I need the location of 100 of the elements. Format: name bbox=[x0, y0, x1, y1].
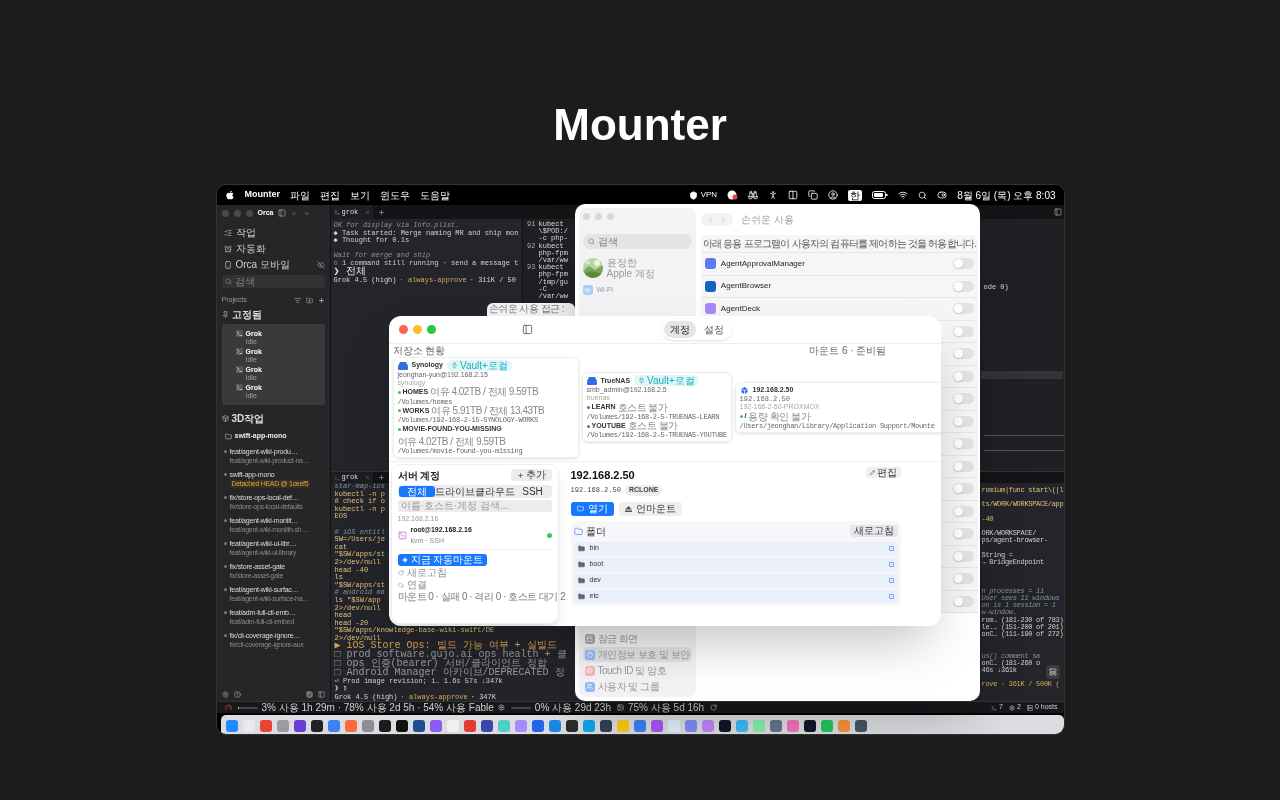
toggle-switch[interactable] bbox=[953, 483, 975, 495]
sidebar-toggle-icon[interactable] bbox=[521, 324, 533, 335]
folder-icon bbox=[577, 560, 585, 568]
menu-item[interactable]: 편집 bbox=[320, 187, 340, 203]
automount-button[interactable]: 지금 자동마운트 bbox=[397, 554, 488, 566]
menu-item[interactable]: 보기 bbox=[350, 187, 370, 203]
sidebar-nav-item[interactable]: Orca 모바일 bbox=[221, 258, 292, 271]
app-icon[interactable] bbox=[718, 719, 731, 732]
back-icon[interactable] bbox=[291, 209, 299, 217]
toggle-switch[interactable] bbox=[953, 280, 975, 292]
alarm-clock-icon bbox=[223, 244, 232, 253]
menu-item[interactable]: 파일 bbox=[290, 187, 310, 203]
new-tab-icon[interactable] bbox=[377, 208, 385, 216]
menu-item[interactable]: 윈도우 bbox=[380, 187, 410, 203]
refresh-icon[interactable] bbox=[710, 704, 718, 711]
settings-icon[interactable] bbox=[221, 690, 229, 698]
filter-icon[interactable] bbox=[293, 296, 301, 304]
vpn-label[interactable]: VPN bbox=[700, 189, 718, 201]
close-icon[interactable] bbox=[364, 475, 370, 480]
toggle-switch[interactable] bbox=[953, 258, 975, 270]
open-button[interactable]: 열기 bbox=[570, 501, 614, 516]
zoom-window-button[interactable] bbox=[245, 209, 253, 217]
windows-icon[interactable] bbox=[808, 190, 819, 200]
toggle-switch[interactable] bbox=[953, 505, 975, 517]
search-field[interactable]: 검색 bbox=[582, 234, 692, 249]
sidebar-nav-item[interactable]: 작업 bbox=[221, 226, 258, 239]
add-icon[interactable] bbox=[317, 296, 325, 304]
toggle-switch[interactable] bbox=[953, 550, 975, 562]
folder-icon bbox=[573, 526, 583, 536]
menu-item[interactable]: 도움말 bbox=[420, 187, 450, 203]
mount-stats: 마운트 0 · 실패 0 · 격리 0 · 호스트 대기 2 bbox=[397, 591, 566, 602]
record-icon[interactable] bbox=[727, 190, 739, 200]
chip-icon[interactable] bbox=[305, 690, 313, 698]
app-icon[interactable] bbox=[412, 719, 425, 732]
wifi-icon[interactable] bbox=[898, 190, 909, 200]
app-icon[interactable] bbox=[378, 719, 391, 732]
minimize-window-button[interactable] bbox=[412, 325, 422, 334]
panel-icon[interactable] bbox=[317, 690, 325, 698]
filter-tab[interactable]: 클라우드 bbox=[474, 485, 515, 497]
add-button[interactable]: 추가 bbox=[510, 469, 552, 481]
search-icon[interactable] bbox=[918, 190, 928, 200]
hidden-icon[interactable] bbox=[316, 260, 325, 269]
sidebar-toggle-icon[interactable] bbox=[278, 209, 287, 217]
toggle-switch[interactable] bbox=[953, 325, 975, 337]
toggle-switch[interactable] bbox=[953, 528, 975, 540]
bullet-icon bbox=[223, 449, 227, 453]
apple-icon[interactable] bbox=[224, 190, 235, 200]
columns-icon[interactable] bbox=[788, 190, 799, 200]
zoom-window-button[interactable] bbox=[426, 325, 436, 334]
minimize-window-button[interactable] bbox=[233, 209, 241, 217]
close-icon[interactable] bbox=[364, 209, 370, 215]
toggle-switch[interactable] bbox=[953, 595, 975, 607]
user-icon[interactable] bbox=[828, 190, 839, 200]
detail-title: 192.168.2.50 bbox=[570, 467, 635, 483]
wifi-icon bbox=[582, 285, 593, 296]
panel-icon[interactable] bbox=[1053, 208, 1062, 216]
toggle-switch[interactable] bbox=[953, 415, 975, 427]
sidebar-nav-item[interactable]: 자동화 bbox=[221, 242, 268, 255]
toggle-switch[interactable] bbox=[953, 348, 975, 360]
toggle-switch[interactable] bbox=[953, 303, 975, 315]
control-center-icon[interactable] bbox=[937, 190, 948, 200]
section-label: 저장소 현황 bbox=[392, 345, 446, 356]
terminal-line: ❯ 전체 bbox=[333, 267, 366, 277]
app-icon[interactable] bbox=[565, 719, 578, 732]
help-icon[interactable] bbox=[233, 690, 241, 698]
close-window-button[interactable] bbox=[221, 209, 229, 217]
accessibility-icon[interactable] bbox=[768, 190, 779, 200]
filter-tab[interactable]: SSH bbox=[514, 485, 551, 497]
folder-add-icon[interactable] bbox=[305, 296, 313, 304]
plug-icon bbox=[451, 362, 458, 369]
input-source-indicator[interactable]: 한 bbox=[848, 189, 863, 201]
app-icon[interactable] bbox=[803, 719, 816, 732]
toggle-switch[interactable] bbox=[953, 370, 975, 382]
binoculars-icon[interactable] bbox=[748, 190, 759, 200]
menu-clock[interactable]: 8월 6일 (목) 오후 8:03 bbox=[957, 187, 1056, 203]
new-tab-icon[interactable] bbox=[377, 474, 385, 481]
segment-tab[interactable]: 설정 bbox=[697, 321, 730, 338]
app-menu[interactable]: Mounter bbox=[244, 188, 280, 202]
segment-tab[interactable]: 계정 bbox=[663, 321, 696, 338]
app-icon[interactable] bbox=[599, 719, 612, 732]
edit-button[interactable]: 편집 bbox=[865, 466, 901, 478]
search-icon bbox=[224, 278, 232, 285]
connect-link[interactable]: 연결 bbox=[397, 579, 427, 590]
filter-tab[interactable]: 전체 bbox=[398, 485, 435, 497]
close-window-button[interactable] bbox=[398, 325, 408, 334]
battery-icon[interactable] bbox=[872, 191, 889, 199]
forward-icon[interactable] bbox=[303, 209, 311, 217]
app-icon[interactable] bbox=[310, 719, 323, 732]
toggle-switch[interactable] bbox=[953, 393, 975, 405]
app-icon bbox=[704, 303, 716, 315]
app-icon[interactable] bbox=[395, 719, 408, 732]
filter-tab[interactable]: 드라이브 bbox=[434, 485, 475, 497]
refresh-link[interactable]: 새로고침 bbox=[397, 567, 447, 578]
unmount-button[interactable]: 언마운트 bbox=[618, 501, 682, 516]
toggle-switch[interactable] bbox=[953, 573, 975, 585]
shield-icon[interactable] bbox=[688, 190, 698, 200]
toggle-switch[interactable] bbox=[953, 438, 975, 450]
toggle-switch[interactable] bbox=[953, 460, 975, 472]
search-field[interactable]: 검색 bbox=[221, 275, 325, 288]
refresh-button[interactable]: 새로고침 bbox=[849, 525, 898, 537]
